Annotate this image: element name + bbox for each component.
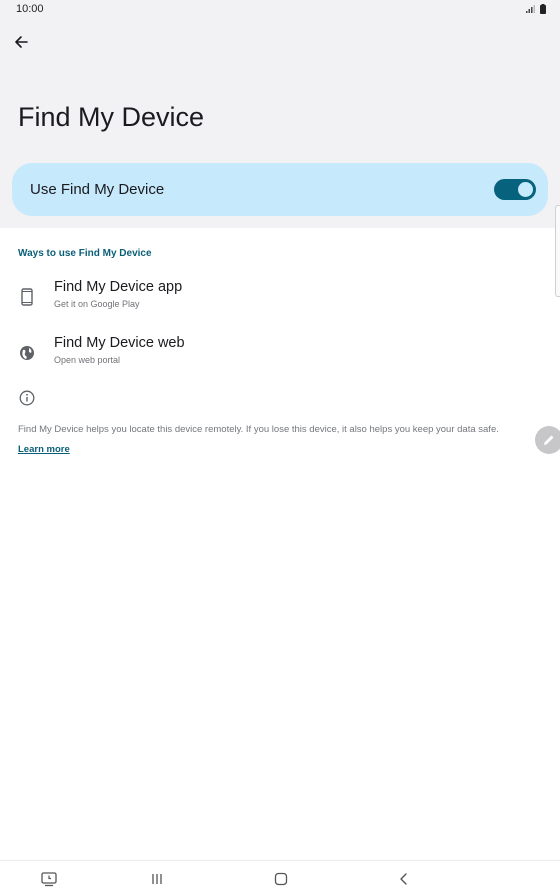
find-my-device-app-item[interactable]: Find My Device app Get it on Google Play bbox=[0, 279, 540, 319]
nav-back-button[interactable] bbox=[394, 869, 414, 889]
recent-apps-icon bbox=[152, 874, 162, 884]
globe-icon bbox=[18, 344, 36, 362]
learn-more-link[interactable]: Learn more bbox=[18, 444, 70, 455]
home-icon bbox=[274, 872, 288, 886]
back-icon bbox=[400, 873, 407, 885]
list-item-title: Find My Device web bbox=[54, 335, 185, 351]
battery-icon bbox=[540, 4, 546, 14]
switch-thumb bbox=[518, 182, 533, 197]
back-button[interactable] bbox=[8, 29, 34, 55]
phone-icon bbox=[18, 288, 36, 306]
signal-icon bbox=[526, 5, 535, 13]
info-description: Find My Device helps you locate this dev… bbox=[18, 424, 499, 435]
status-time: 10:00 bbox=[16, 3, 44, 15]
edit-button[interactable] bbox=[535, 426, 560, 454]
home-button[interactable] bbox=[271, 869, 291, 889]
list-item-subtitle: Open web portal bbox=[54, 355, 121, 365]
section-header: Ways to use Find My Device bbox=[18, 248, 152, 259]
navigation-bar bbox=[0, 860, 560, 896]
find-my-device-web-item[interactable]: Find My Device web Open web portal bbox=[0, 335, 540, 375]
toggle-label: Use Find My Device bbox=[30, 181, 165, 198]
screen-recorder-button[interactable] bbox=[39, 869, 59, 889]
edit-pencil-icon bbox=[544, 435, 554, 445]
toggle-switch[interactable] bbox=[494, 179, 536, 200]
arrow-back-icon bbox=[15, 36, 28, 48]
status-icons bbox=[526, 4, 546, 14]
list-item-subtitle: Get it on Google Play bbox=[54, 299, 140, 309]
use-find-my-device-toggle[interactable]: Use Find My Device bbox=[12, 163, 548, 216]
list-item-title: Find My Device app bbox=[54, 279, 183, 295]
info-icon bbox=[19, 390, 35, 406]
status-bar: 10:00 bbox=[0, 0, 560, 18]
page-title: Find My Device bbox=[18, 102, 205, 132]
edge-panel-handle[interactable] bbox=[555, 205, 560, 297]
screen-recorder-icon bbox=[41, 872, 57, 887]
recent-apps-button[interactable] bbox=[147, 869, 167, 889]
